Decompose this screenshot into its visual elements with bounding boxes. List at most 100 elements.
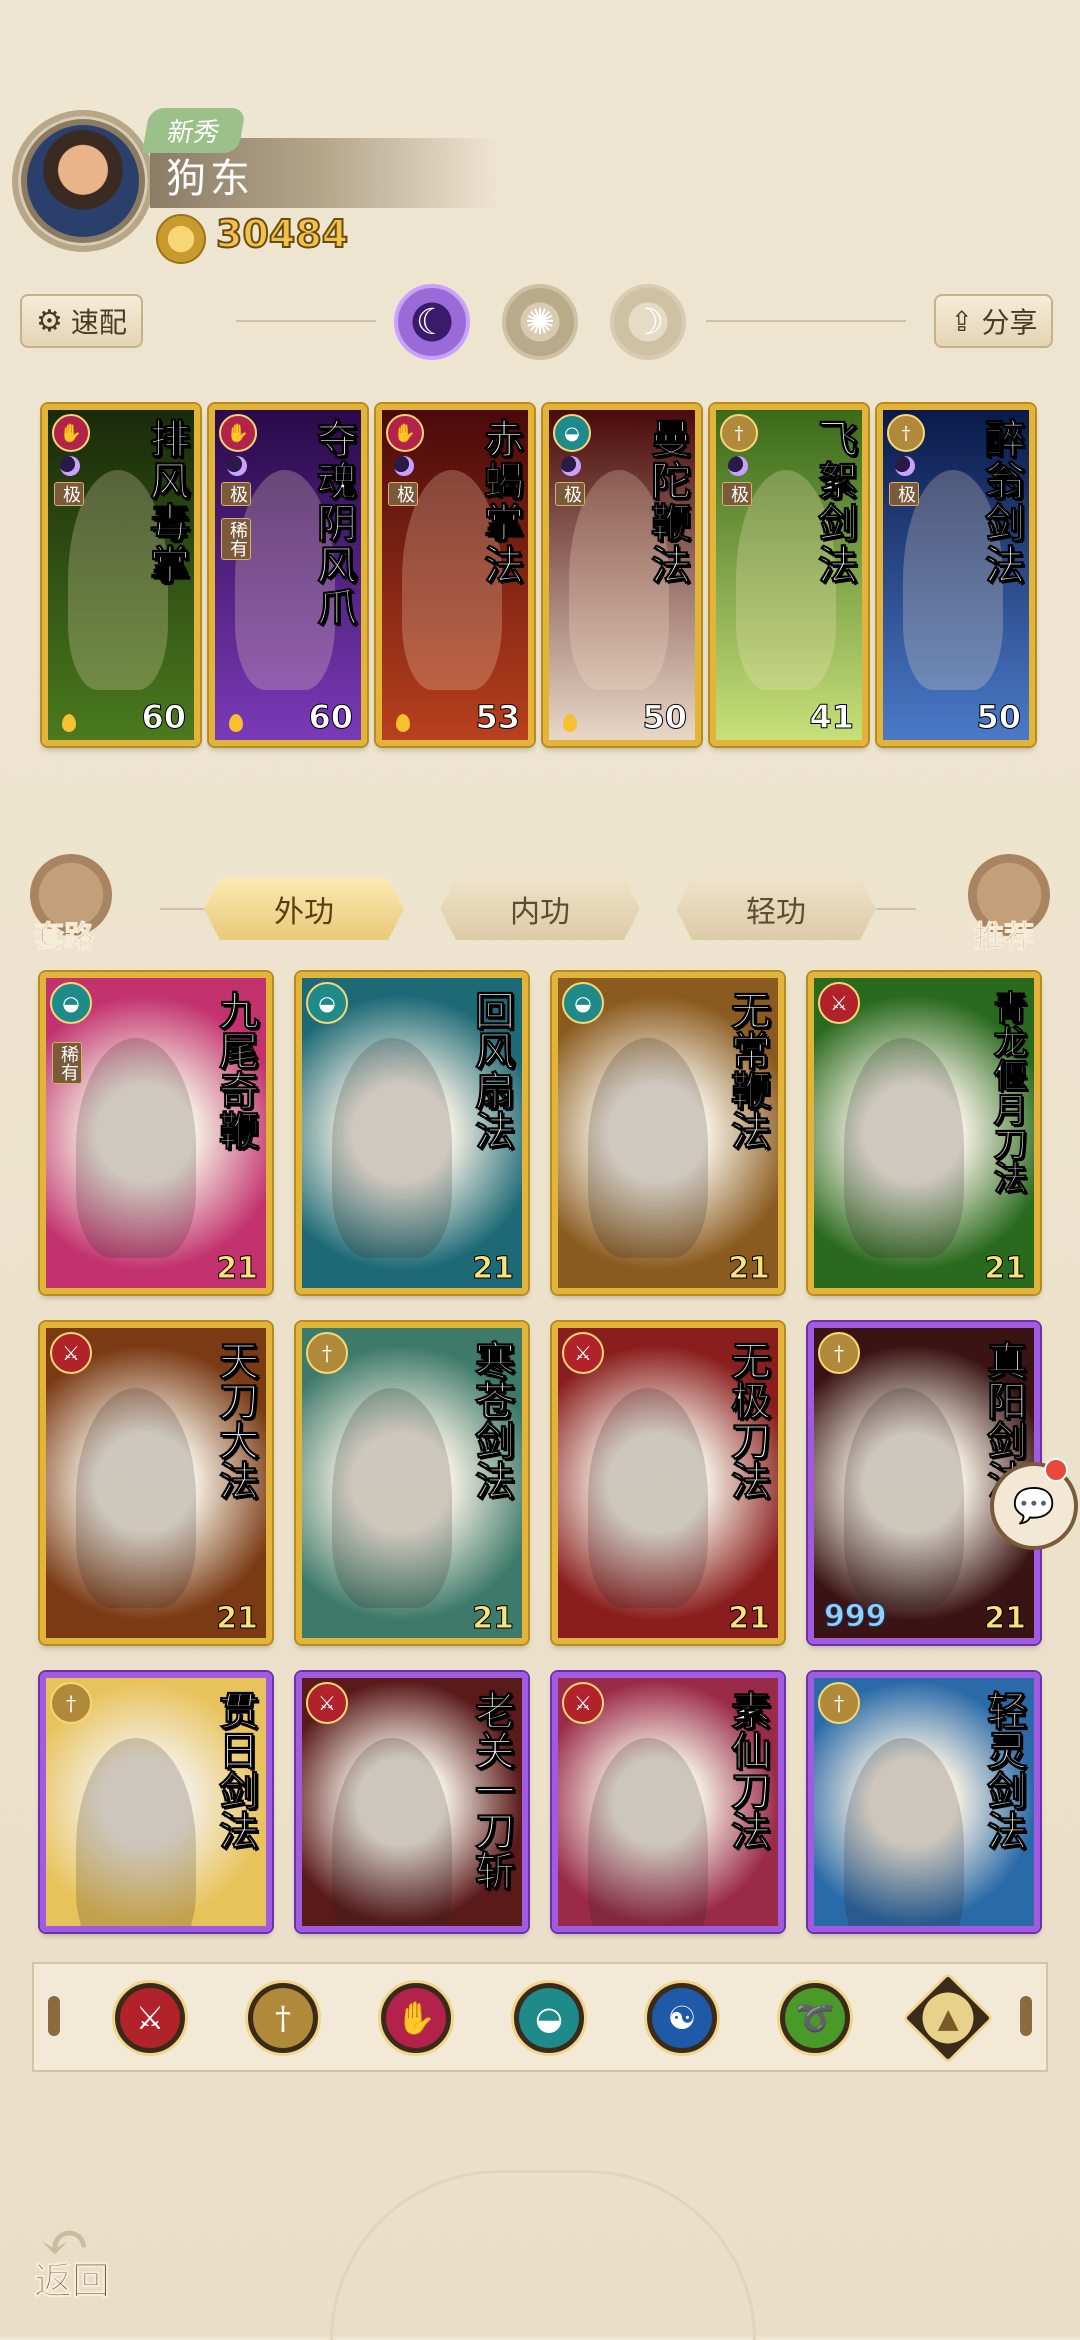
skill-card[interactable]: † 轻灵剑法: [808, 1672, 1040, 1932]
sword-icon: †: [720, 414, 758, 452]
fan-icon: ◒: [50, 982, 92, 1024]
skill-level: 21: [728, 1251, 771, 1287]
grade-tag: 极: [722, 482, 752, 506]
sword-icon: †: [887, 414, 925, 452]
skill-card[interactable]: † 贯日剑法: [40, 1672, 272, 1932]
skill-card[interactable]: ⚔ 无极刀法 21: [552, 1322, 784, 1644]
skill-level: 53: [475, 698, 521, 737]
skill-card[interactable]: ⚔ 天刀大法 21: [40, 1322, 272, 1644]
fan-icon: ◒: [553, 414, 591, 452]
whip-filter-icon[interactable]: ➰: [777, 1980, 853, 2056]
skill-art: [844, 1738, 964, 1926]
blade-icon: ⚔: [818, 982, 860, 1024]
skill-card[interactable]: ◒ 回风扇法 21: [296, 972, 528, 1294]
filter-glyph: ☯: [667, 1999, 697, 2037]
equipped-skill-card[interactable]: ✋ 极 排风毒掌 60: [42, 404, 200, 746]
skill-level: 21: [984, 1251, 1027, 1287]
skill-title: 回风扇法: [468, 990, 516, 1151]
mode-crescent-button[interactable]: ☽: [610, 284, 686, 360]
skill-level: 60: [141, 698, 187, 737]
recommend-label: 推荐: [974, 920, 1035, 956]
skill-art: [588, 1038, 708, 1258]
tab-external[interactable]: 外功: [204, 878, 404, 940]
equipped-skill-card[interactable]: ✋ 极稀有 夺魂阴风爪 60: [209, 404, 367, 746]
moon-icon: [895, 456, 915, 476]
equipped-skill-card[interactable]: † 极 飞絮剑法 41: [710, 404, 868, 746]
skill-level: 50: [976, 698, 1022, 737]
skill-title: 素仙刀法: [724, 1690, 772, 1851]
skill-card[interactable]: † 寒苍剑法 21: [296, 1322, 528, 1644]
divider: [236, 320, 376, 322]
share-icon: ⇪: [950, 304, 974, 338]
power-coin-icon: [156, 214, 206, 264]
skill-card[interactable]: ⚔ 老关一刀斩: [296, 1672, 528, 1932]
equipped-skill-card[interactable]: † 极 醉翁剑法 50: [877, 404, 1035, 746]
equipped-skill-card[interactable]: ✋ 极 赤蝎掌法 53: [376, 404, 534, 746]
flame-icon: [396, 714, 410, 732]
skill-art: [588, 1388, 708, 1608]
equipped-skill-card[interactable]: ◒ 极 曼陀鞭法 50: [543, 404, 701, 746]
moon-icon: [394, 456, 414, 476]
palm-filter-icon[interactable]: ✋: [378, 1980, 454, 2056]
palm-icon: ✋: [219, 414, 257, 452]
share-label: 分享: [981, 306, 1038, 339]
skill-title: 九尾奇鞭: [212, 990, 260, 1151]
fan-filter-icon[interactable]: ◒: [511, 1980, 587, 2056]
skill-title: 夺魂阴风爪: [310, 418, 358, 629]
taiji-filter-icon[interactable]: ☯: [644, 1980, 720, 2056]
skill-level: 21: [472, 1601, 515, 1637]
share-button[interactable]: ⇪ 分享: [934, 294, 1054, 348]
flame-icon: [229, 714, 243, 732]
back-label[interactable]: 返回: [33, 2250, 110, 2305]
quick-config-button[interactable]: ⚙ 速配: [20, 294, 143, 348]
notification-dot: [1044, 1458, 1068, 1482]
fan-icon: ◒: [562, 982, 604, 1024]
background-emblem: [330, 2170, 756, 2340]
sword-filter-icon[interactable]: †: [245, 1980, 321, 2056]
skill-level: 50: [642, 698, 688, 737]
skill-card[interactable]: ◒ 稀有 九尾奇鞭 21: [40, 972, 272, 1294]
skill-title: 无极刀法: [724, 1340, 772, 1501]
skill-title: 曼陀鞭法: [644, 418, 692, 587]
flame-icon: [62, 714, 76, 732]
skill-card[interactable]: ◒ 无常鞭法 21: [552, 972, 784, 1294]
skill-art: [332, 1738, 452, 1926]
tab-internal[interactable]: 内功: [440, 878, 640, 940]
skill-art: [588, 1738, 708, 1926]
filter-glyph: ➰: [795, 1999, 835, 2037]
skill-level: 21: [472, 1251, 515, 1287]
player-avatar[interactable]: [12, 110, 154, 252]
skill-art: [332, 1388, 452, 1608]
fan-icon: ◒: [306, 982, 348, 1024]
blade-icon: ⚔: [562, 1332, 604, 1374]
sword-icon: †: [306, 1332, 348, 1374]
divider: [876, 908, 916, 910]
skill-title: 醉翁剑法: [978, 418, 1026, 587]
mode-moon-button[interactable]: ☾: [394, 284, 470, 360]
mode-sun-button[interactable]: ✺: [502, 284, 578, 360]
skill-card[interactable]: ⚔ 素仙刀法: [552, 1672, 784, 1932]
blade-filter-icon[interactable]: ⚔: [112, 1980, 188, 2056]
skill-title: 排风毒掌: [143, 418, 191, 587]
tab-lightness[interactable]: 轻功: [676, 878, 876, 940]
quick-config-label: 速配: [70, 306, 127, 339]
palm-icon: ✋: [52, 414, 90, 452]
skill-card[interactable]: ⚔ 青龙偃月刀法 21: [808, 972, 1040, 1294]
grade-tag: 极: [388, 482, 418, 506]
skill-title: 飞絮剑法: [811, 418, 859, 587]
skill-art: [332, 1038, 452, 1258]
skill-art: [844, 1038, 964, 1258]
routine-label: 套路: [34, 920, 95, 956]
player-name: 狗东: [166, 156, 254, 202]
skill-title: 寒苍剑法: [468, 1340, 516, 1501]
skill-level: 21: [728, 1601, 771, 1637]
skill-art: [76, 1388, 196, 1608]
skill-level: 41: [809, 698, 855, 737]
skill-level: 21: [984, 1601, 1027, 1637]
divider: [706, 320, 906, 322]
avatar-portrait: [27, 125, 139, 237]
skill-level: 21: [216, 1251, 259, 1287]
skill-title: 轻灵剑法: [980, 1690, 1028, 1851]
sword-icon: †: [818, 1682, 860, 1724]
filter-glyph: ✋: [396, 1999, 436, 2037]
